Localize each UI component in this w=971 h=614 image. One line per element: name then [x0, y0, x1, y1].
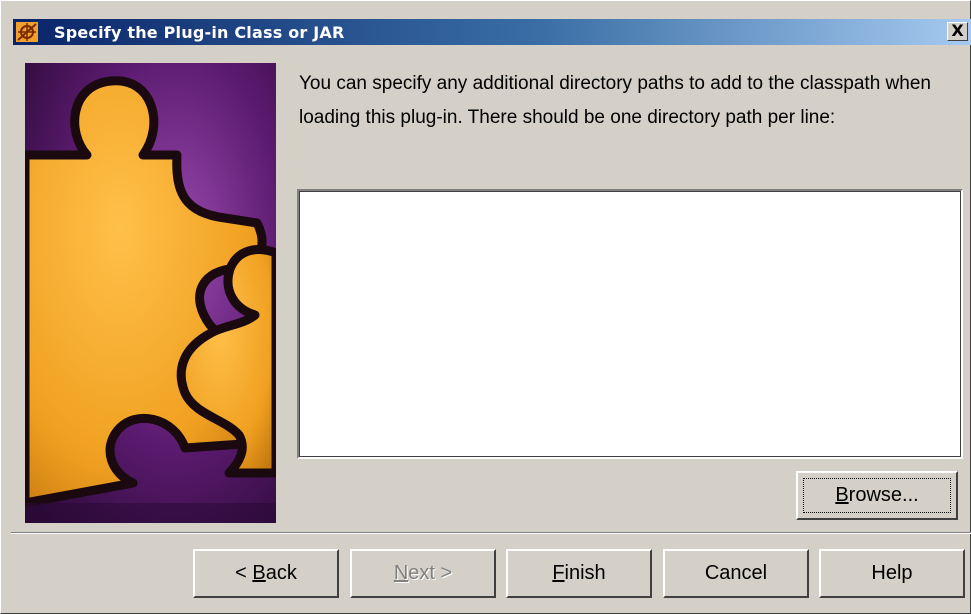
next-button[interactable]: Next > [350, 549, 496, 598]
app-logo-icon [16, 22, 38, 42]
browse-button[interactable]: Browse... [796, 471, 958, 520]
finish-label: inish [564, 562, 606, 584]
puzzle-pieces-image [20, 63, 281, 523]
cancel-button[interactable]: Cancel [663, 549, 809, 598]
finish-mnemonic: F [552, 562, 565, 584]
back-prefix: < [235, 562, 253, 584]
cancel-label: Cancel [704, 562, 768, 584]
next-label: ext > [408, 562, 453, 584]
back-button[interactable]: < Back [193, 549, 339, 598]
window-title: Specify the Plug-in Class or JAR [54, 23, 345, 42]
help-label: Help [871, 562, 913, 584]
close-button[interactable]: X [947, 22, 968, 41]
next-mnemonic: N [393, 562, 409, 584]
close-icon: X [951, 21, 964, 40]
back-mnemonic: B [252, 562, 266, 584]
classpath-directories-input[interactable] [297, 189, 963, 459]
help-button[interactable]: Help [819, 549, 965, 598]
button-separator [11, 532, 971, 534]
plugin-classpath-dialog: Specify the Plug-in Class or JAR X You c… [0, 0, 971, 614]
back-label: ack [265, 562, 297, 584]
finish-button[interactable]: Finish [506, 549, 652, 598]
title-bar[interactable]: Specify the Plug-in Class or JAR X [13, 19, 971, 45]
instructions-text: You can specify any additional directory… [299, 73, 931, 128]
focus-rectangle [803, 478, 951, 513]
